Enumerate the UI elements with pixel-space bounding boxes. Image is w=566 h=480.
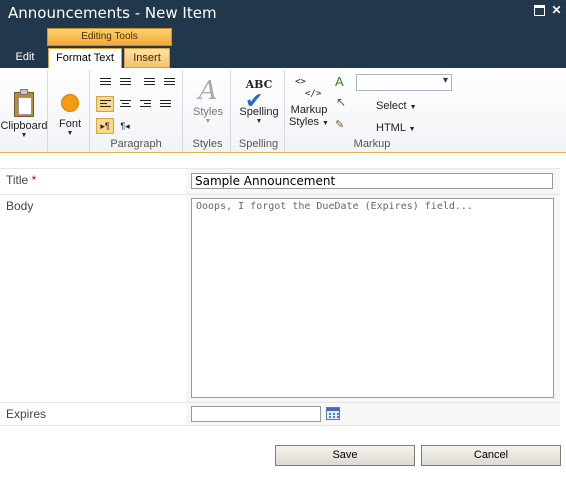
title-label: Title * <box>6 173 36 187</box>
expires-date-input[interactable] <box>191 406 321 422</box>
spelling-button[interactable]: ABC ✔ Spelling ▼ <box>233 78 285 125</box>
title-input[interactable] <box>191 173 553 189</box>
select-button[interactable]: Select ▼ <box>376 100 417 112</box>
editing-tools-context-label: Editing Tools <box>47 28 172 46</box>
ltr-direction-icon: ▸¶ <box>100 121 110 131</box>
html-button-label: HTML <box>376 122 406 134</box>
chevron-down-icon: ▼ <box>20 132 28 139</box>
spelling-group: ABC ✔ Spelling ▼ Spelling <box>233 70 285 152</box>
body-row: Body Ooops, I forgot the DueDate (Expire… <box>0 194 560 402</box>
markup-styles-label-line1: Markup <box>290 104 328 116</box>
maximize-icon[interactable] <box>534 5 545 16</box>
markup-icon-top: <> <box>295 77 306 87</box>
clipboard-label: Clipboard <box>0 120 48 132</box>
styles-group: A Styles ▼ Styles <box>185 70 231 152</box>
markup-group-label: Markup <box>353 138 391 150</box>
select-pointer-icon[interactable]: ↖ <box>336 96 348 110</box>
markup-group: <> </> Markup Styles ▼ A ↖ ✎ Select ▼ HT… <box>287 70 457 152</box>
decrease-indent-icon <box>144 78 155 87</box>
align-center-icon <box>120 100 131 109</box>
rtl-direction-icon: ¶◂ <box>120 121 130 131</box>
align-center-button[interactable] <box>116 96 134 112</box>
body-cell: Ooops, I forgot the DueDate (Expires) fi… <box>186 195 560 402</box>
align-left-button[interactable] <box>96 96 114 112</box>
title-label-text: Title <box>6 173 29 187</box>
font-button[interactable]: Font ▼ <box>50 90 90 137</box>
expires-label: Expires <box>6 407 47 421</box>
tab-insert[interactable]: Insert <box>124 48 170 68</box>
cancel-button[interactable]: Cancel <box>421 445 561 466</box>
required-marker: * <box>31 173 37 187</box>
tab-format-text[interactable]: Format Text <box>48 48 122 69</box>
close-icon[interactable]: ✕ <box>551 4 562 16</box>
markup-style-dropdown[interactable] <box>356 74 452 91</box>
ribbon: Clipboard ▼ Font ▼ ▸¶ ¶◂ Paragraph A Sty… <box>0 68 566 153</box>
font-group: Font ▼ <box>50 70 90 152</box>
body-label: Body <box>6 199 34 213</box>
markup-icon-bottom: </> <box>305 89 322 99</box>
markup-styles-label-line2-text: Styles <box>289 116 319 128</box>
select-button-label: Select <box>376 100 407 112</box>
markup-styles-button[interactable]: <> </> Markup Styles ▼ <box>287 76 331 128</box>
decrease-indent-button[interactable] <box>140 74 158 90</box>
justify-icon <box>160 100 171 109</box>
bullet-list-button[interactable] <box>96 74 114 90</box>
edit-source-icon[interactable]: ✎ <box>335 119 349 133</box>
font-label: Font <box>58 118 81 130</box>
numbered-list-button[interactable] <box>116 74 134 90</box>
chevron-down-icon: ▼ <box>66 130 74 137</box>
styles-button-label: Styles <box>193 106 223 118</box>
increase-indent-button[interactable] <box>160 74 178 90</box>
font-icon <box>61 94 79 112</box>
window-titlebar: Announcements - New Item ✕ <box>0 0 566 28</box>
markup-styles-label-line2: Styles ▼ <box>289 116 329 128</box>
spelling-icon: ABC ✔ <box>245 78 273 114</box>
language-icon[interactable]: A <box>335 75 349 89</box>
ltr-direction-button[interactable]: ▸¶ <box>96 118 114 134</box>
align-right-button[interactable] <box>136 96 154 112</box>
align-right-icon <box>140 100 151 109</box>
rtl-direction-button[interactable]: ¶◂ <box>116 118 134 134</box>
body-textarea[interactable]: Ooops, I forgot the DueDate (Expires) fi… <box>191 198 554 398</box>
paragraph-group: ▸¶ ¶◂ Paragraph <box>90 70 183 152</box>
html-button[interactable]: HTML ▼ <box>376 122 416 134</box>
spelling-group-label: Spelling <box>238 138 279 150</box>
align-left-icon <box>100 100 111 109</box>
tab-edit[interactable]: Edit <box>8 48 42 68</box>
chevron-down-icon: ▼ <box>408 126 416 133</box>
justify-button[interactable] <box>156 96 174 112</box>
calendar-icon[interactable] <box>326 407 340 420</box>
ribbon-tab-strip: Editing Tools Edit Format Text Insert <box>0 28 566 69</box>
styles-icon: A <box>198 76 218 106</box>
clipboard-group: Clipboard ▼ <box>0 70 48 152</box>
paragraph-group-label: Paragraph <box>110 138 162 150</box>
expires-cell <box>186 403 560 425</box>
increase-indent-icon <box>164 78 175 87</box>
bullet-list-icon <box>100 78 111 87</box>
chevron-down-icon: ▼ <box>409 104 417 111</box>
window-title: Announcements - New Item <box>8 4 217 22</box>
clipboard-button[interactable]: Clipboard ▼ <box>0 88 48 139</box>
clipboard-icon <box>12 88 36 118</box>
expires-row: Expires <box>0 402 560 426</box>
styles-group-label: Styles <box>192 138 223 150</box>
markup-styles-icon: <> </> <box>287 76 331 104</box>
chevron-down-icon: ▼ <box>204 118 212 125</box>
chevron-down-icon: ▼ <box>255 118 263 125</box>
styles-button[interactable]: A Styles ▼ <box>185 76 231 125</box>
numbered-list-icon <box>120 78 131 87</box>
save-button[interactable]: Save <box>275 445 415 466</box>
